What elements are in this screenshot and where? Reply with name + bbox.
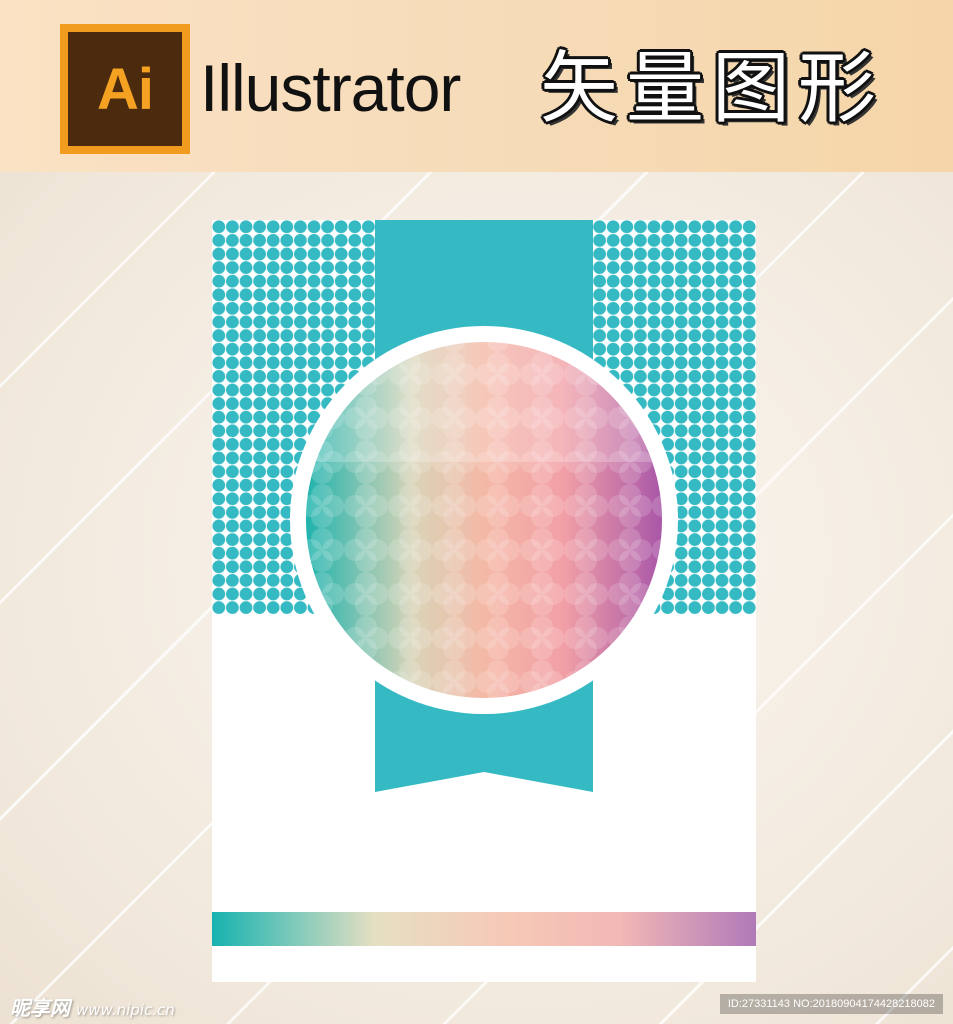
site-name: 昵享网	[10, 996, 70, 1020]
page-title: 矢量图形	[540, 44, 885, 134]
poster-artwork	[212, 220, 756, 946]
poster-card	[212, 220, 756, 982]
site-url: www.nipic.cn	[76, 1001, 175, 1019]
image-id-watermark: ID:27331143 NO:20180904174428218082	[719, 994, 943, 1014]
illustrator-logo-icon: Ai	[60, 24, 190, 154]
site-watermark: 昵享网 www.nipic.cn	[10, 992, 175, 1021]
emblem-circle	[306, 342, 662, 698]
gradient-bar	[212, 912, 756, 946]
logo-text: Ai	[68, 32, 182, 146]
header-banner: Ai Illustrator 矢量图形	[0, 0, 953, 173]
app-name: Illustrator	[200, 51, 461, 125]
